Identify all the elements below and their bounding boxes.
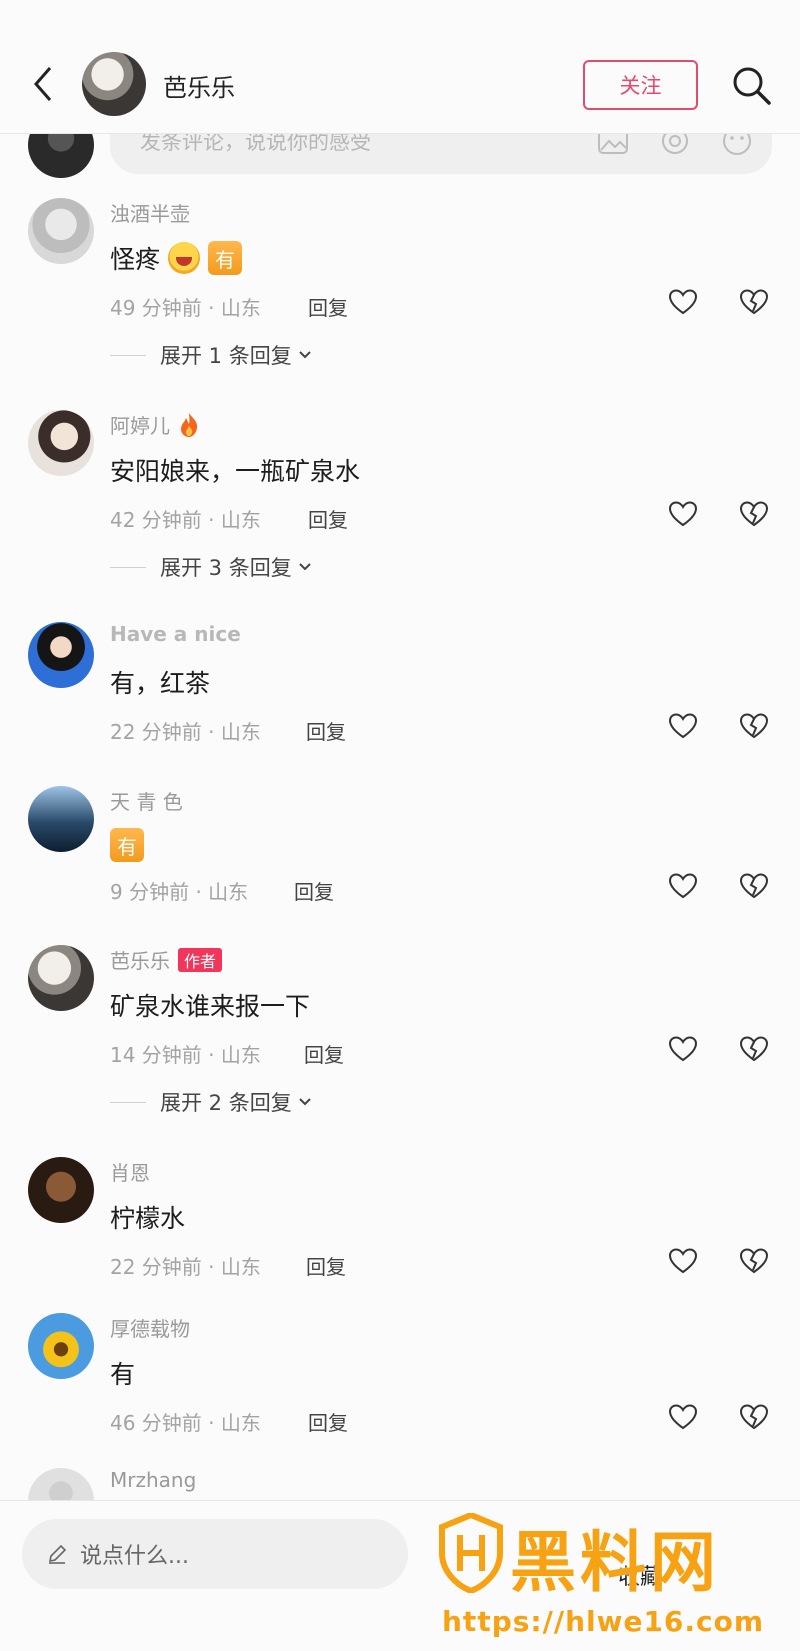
comment-username[interactable]: 阿婷儿 <box>110 410 200 439</box>
like-heart-icon[interactable] <box>667 1245 699 1277</box>
author-name[interactable]: 芭乐乐 <box>163 68 235 103</box>
dislike-broken-heart-icon[interactable] <box>738 710 770 742</box>
follow-button[interactable]: 关注 <box>583 60 698 110</box>
avatar[interactable] <box>28 410 94 476</box>
fire-icon <box>181 412 198 437</box>
expand-replies-button[interactable]: 展开 1 条回复 <box>110 340 312 370</box>
like-heart-icon[interactable] <box>667 710 699 742</box>
comment-meta: 14 分钟前 · 山东 <box>110 1043 261 1067</box>
bottom-input-bar: 说点什么... 收藏 黑料网 https://hlwe16.com <box>0 1500 800 1651</box>
comment-text: 有 <box>110 828 144 862</box>
comment-username[interactable]: Have a nice <box>110 622 241 646</box>
like-heart-icon[interactable] <box>667 498 699 530</box>
back-arrow-icon[interactable] <box>28 62 60 106</box>
avatar[interactable] <box>28 786 94 852</box>
you-sticker-badge: 有 <box>208 241 243 275</box>
comment-username[interactable]: 天 青 色 <box>110 786 183 815</box>
dislike-broken-heart-icon[interactable] <box>738 498 770 530</box>
like-heart-icon[interactable] <box>667 870 699 902</box>
watermark-title: 黑料网 <box>510 1524 720 1601</box>
watermark-logo-icon <box>439 1513 503 1593</box>
comment-username[interactable]: 浊酒半壶 <box>110 198 190 227</box>
comment-meta: 22 分钟前 · 山东 <box>110 1255 261 1279</box>
comments-page: 浊酒半壶 怪疼 有 49 分钟前 · 山东 回复 展开 1 条回复 阿婷儿 安阳… <box>0 0 800 1651</box>
author-avatar[interactable] <box>82 52 146 116</box>
dislike-broken-heart-icon[interactable] <box>738 286 770 318</box>
chevron-down-icon <box>299 563 311 571</box>
dislike-broken-heart-icon[interactable] <box>738 870 770 902</box>
you-sticker-badge: 有 <box>110 828 144 862</box>
divider <box>110 566 146 568</box>
top-header: 芭乐乐 关注 <box>0 0 800 134</box>
expand-label: 展开 3 条回复 <box>160 556 292 580</box>
avatar[interactable] <box>28 945 94 1011</box>
comment-meta: 42 分钟前 · 山东 <box>110 508 261 532</box>
comment-text: 有 <box>110 1360 136 1389</box>
comment-meta: 46 分钟前 · 山东 <box>110 1411 261 1435</box>
reply-button[interactable]: 回复 <box>306 716 346 745</box>
watermark: 收藏 黑料网 https://hlwe16.com <box>438 1509 788 1649</box>
comment-text-content: 怪疼 <box>110 245 161 274</box>
dislike-broken-heart-icon[interactable] <box>738 1033 770 1065</box>
like-heart-icon[interactable] <box>667 1401 699 1433</box>
chevron-down-icon <box>299 1098 311 1106</box>
chevron-down-icon <box>299 351 311 359</box>
reply-button[interactable]: 回复 <box>294 876 334 905</box>
comment-username[interactable]: Mrzhang <box>110 1468 196 1492</box>
comment-username[interactable]: 肖恩 <box>110 1157 150 1186</box>
dislike-broken-heart-icon[interactable] <box>738 1245 770 1277</box>
comment-text: 矿泉水谁来报一下 <box>110 992 311 1021</box>
avatar[interactable] <box>28 1157 94 1223</box>
reply-button[interactable]: 回复 <box>308 1407 348 1436</box>
expand-replies-button[interactable]: 展开 2 条回复 <box>110 1087 312 1117</box>
expand-label: 展开 1 条回复 <box>160 344 292 368</box>
comment-text: 安阳娘来，一瓶矿泉水 <box>110 457 361 486</box>
comment-text: 柠檬水 <box>110 1204 186 1233</box>
pencil-icon <box>48 1544 67 1564</box>
comment-username[interactable]: 厚德载物 <box>110 1313 190 1342</box>
expand-label: 展开 2 条回复 <box>160 1091 292 1115</box>
comment-meta: 49 分钟前 · 山东 <box>110 296 261 320</box>
reply-button[interactable]: 回复 <box>308 292 348 321</box>
comment-text: 怪疼 有 <box>110 240 243 276</box>
username-text: 芭乐乐 <box>110 949 170 973</box>
search-icon[interactable] <box>730 64 772 106</box>
reply-button[interactable]: 回复 <box>308 504 348 533</box>
divider <box>110 1101 146 1103</box>
avatar[interactable] <box>28 198 94 264</box>
comment-meta: 22 分钟前 · 山东 <box>110 720 261 744</box>
watermark-url: https://hlwe16.com <box>442 1605 765 1638</box>
divider <box>110 354 146 356</box>
like-heart-icon[interactable] <box>667 1033 699 1065</box>
reply-button[interactable]: 回复 <box>304 1039 344 1068</box>
grin-scream-emoji-icon <box>168 242 201 274</box>
author-tag: 作者 <box>178 947 223 972</box>
comment-text: 有，红茶 <box>110 669 211 698</box>
say-something-input[interactable]: 说点什么... <box>22 1519 408 1589</box>
avatar[interactable] <box>28 622 94 688</box>
avatar[interactable] <box>28 1313 94 1379</box>
reply-button[interactable]: 回复 <box>306 1251 346 1280</box>
comment-meta: 9 分钟前 · 山东 <box>110 880 249 904</box>
expand-replies-button[interactable]: 展开 3 条回复 <box>110 552 312 582</box>
dislike-broken-heart-icon[interactable] <box>738 1401 770 1433</box>
comment-username[interactable]: 芭乐乐 作者 <box>110 945 223 974</box>
username-text: 阿婷儿 <box>110 414 170 438</box>
say-placeholder: 说点什么... <box>80 1544 189 1569</box>
like-heart-icon[interactable] <box>667 286 699 318</box>
